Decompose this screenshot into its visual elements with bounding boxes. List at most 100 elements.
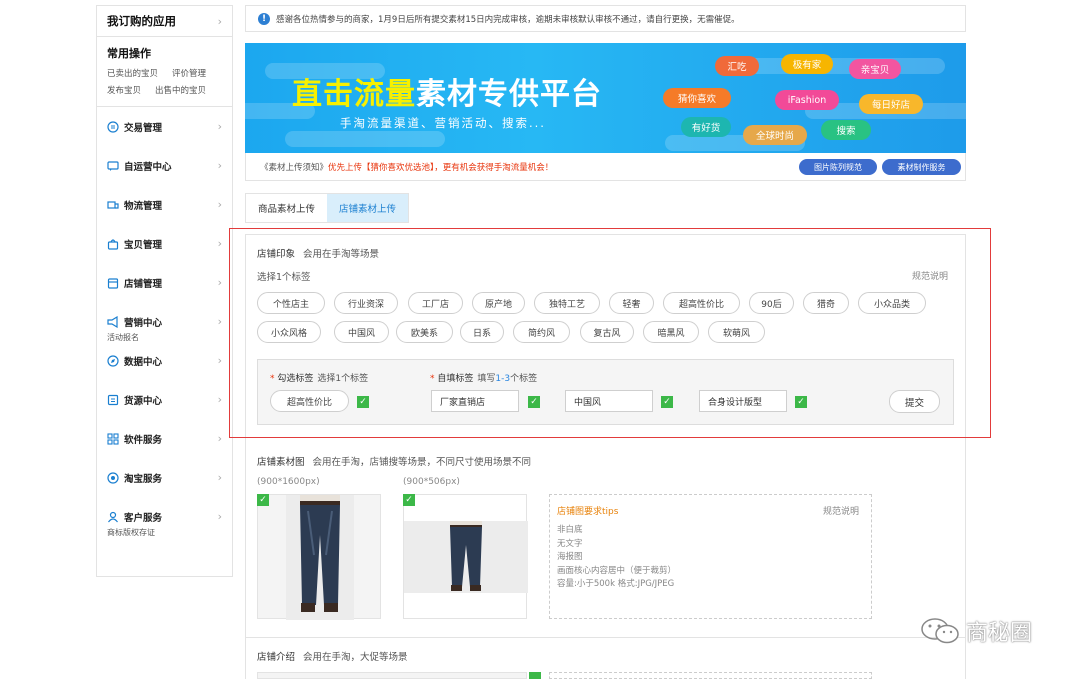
sidebar-item-label-wrap: 物流管理 <box>107 198 162 212</box>
sidebar-item-label-wrap: 营销中心 <box>107 315 162 329</box>
chevron-right-icon: › <box>217 14 222 28</box>
sidebar-item[interactable]: 自运营中心 › <box>97 146 232 185</box>
chevron-right-icon: › <box>217 432 222 445</box>
sidebar-item[interactable]: 宝贝管理 › <box>97 224 232 263</box>
my-apps-label: 我订购的应用 <box>107 14 176 28</box>
chevron-right-icon: › <box>217 393 222 406</box>
link-items-on-sale[interactable]: 出售中的宝贝 <box>155 83 206 100</box>
bag-icon <box>107 238 119 250</box>
my-apps-header[interactable]: 我订购的应用 › <box>97 6 232 37</box>
sidebar-item-label-wrap: 数据中心 <box>107 354 162 368</box>
sidebar-item[interactable]: 物流管理 › <box>97 185 232 224</box>
box-icon <box>107 394 119 405</box>
link-sold-items[interactable]: 已卖出的宝贝 <box>107 66 158 83</box>
upload-tabs: 商品素材上传 店铺素材上传 <box>245 193 410 223</box>
info-icon: ! <box>258 12 270 25</box>
common-operations: 常用操作 已卖出的宝贝 评价管理 发布宝贝 出售中的宝贝 <box>97 37 232 107</box>
checkbox-checked-icon[interactable] <box>529 672 541 679</box>
chevron-right-icon: › <box>217 471 222 484</box>
grid-icon <box>107 432 119 445</box>
sidebar-item-label-wrap: 交易管理 <box>107 120 162 134</box>
pill-quanqiu: 全球时尚 <box>743 125 807 145</box>
chevron-right-icon: › <box>217 198 222 211</box>
upload-rules-link[interactable]: 《素材上传须知》 <box>260 161 328 173</box>
person-icon <box>108 511 118 522</box>
sidebar-item-label: 店铺管理 <box>124 278 163 290</box>
sidebar-item-label-wrap: 宝贝管理 <box>107 237 162 251</box>
tab-store-material[interactable]: 店铺素材上传 <box>327 194 409 222</box>
chevron-right-icon: › <box>217 276 222 289</box>
watermark: 商秘圈 <box>920 615 1032 647</box>
common-operations-title: 常用操作 <box>107 47 151 60</box>
sidebar-item-label-wrap: 店铺管理 <box>107 276 162 290</box>
pill-youhaohuo: 有好货 <box>681 117 731 137</box>
sidebar-item-label: 宝贝管理 <box>124 239 163 251</box>
store-intro-title: 店铺介绍 会用在手淘，大促等场景 <box>257 652 408 663</box>
exchange-icon <box>107 120 119 133</box>
tip-item: 海报图 <box>557 552 583 562</box>
link-publish-item[interactable]: 发布宝贝 <box>107 83 141 100</box>
pill-sousuo: 搜索 <box>821 120 871 140</box>
jeans-model-image <box>286 495 354 620</box>
material-service-button[interactable]: 素材制作服务 <box>882 159 961 175</box>
sidebar-item-label-wrap: 货源中心 <box>107 393 162 407</box>
notice-bar: ! 感谢各位热情参与的商家，1月9日后所有提交素材15日内完成审核，逾期未审核默… <box>245 5 966 32</box>
sidebar-item[interactable]: 软件服务 › <box>97 419 232 458</box>
sidebar-item[interactable]: 营销中心 › 活动报名 <box>97 302 232 342</box>
tall-image-slot[interactable] <box>257 494 381 620</box>
chevron-right-icon: › <box>217 159 222 172</box>
sidebar-item[interactable]: 交易管理 › <box>97 107 232 146</box>
pill-qinbaobei: 亲宝贝 <box>849 59 901 79</box>
sidebar-item-label: 物流管理 <box>124 200 163 212</box>
pill-caini: 猜你喜欢 <box>663 88 731 108</box>
sidebar-item-label-wrap: 客户服务 <box>107 510 162 524</box>
tip-item: 非白底 <box>557 525 583 535</box>
sidebar-item-label: 货源中心 <box>124 395 163 407</box>
sidebar-item[interactable]: 客户服务 › 商标版权存证 <box>97 497 232 538</box>
upload-priority-text: 优先上传【猜你喜欢优选池】，更有机会获得手淘流量机会！ <box>328 162 554 173</box>
wechat-icon <box>921 618 959 644</box>
sidebar-item[interactable]: 店铺管理 › <box>97 263 232 302</box>
section-divider <box>245 637 966 638</box>
banner-subtitle: 手淘流量渠道、营销活动、搜索... <box>340 116 546 130</box>
store-images-title: 店铺素材图 会用在手淘，店铺搜等场景，不同尺寸使用场景不同 <box>257 457 532 468</box>
wide-image-slot[interactable] <box>403 494 528 619</box>
sidebar: 我订购的应用 › 常用操作 已卖出的宝贝 评价管理 发布宝贝 出售中的宝贝 交易… <box>96 5 233 577</box>
target-icon <box>107 471 119 484</box>
sidebar-item-label: 客户服务 <box>124 512 163 524</box>
pill-ifashion: iFashion <box>775 90 839 110</box>
highlight-annotation-box <box>229 228 991 438</box>
intro-image-slot[interactable] <box>257 672 527 679</box>
sidebar-item-label: 淘宝服务 <box>124 473 163 485</box>
watermark-text: 商秘圈 <box>966 621 1033 646</box>
chevron-right-icon: › <box>217 237 222 250</box>
sidebar-item-label: 自运营中心 <box>124 161 172 173</box>
sidebar-item[interactable]: 货源中心 › <box>97 380 232 419</box>
checkbox-checked-icon[interactable]: ✓ <box>257 494 269 506</box>
sidebar-sub-link[interactable]: 商标版权存证 <box>107 527 155 538</box>
pill-huichi: 汇吃 <box>715 56 759 76</box>
tips-title: 店铺图要求tips <box>557 507 619 517</box>
sidebar-item-label: 数据中心 <box>124 356 163 368</box>
size-label-wide: (900*506px) <box>403 477 460 487</box>
sidebar-item-label-wrap: 软件服务 <box>107 432 162 446</box>
jeans-model-image <box>404 521 528 593</box>
tab-product-material[interactable]: 商品素材上传 <box>246 194 328 222</box>
chevron-right-icon: › <box>217 120 222 133</box>
sidebar-item[interactable]: 数据中心 › <box>97 341 232 380</box>
compass-icon <box>107 354 119 367</box>
chevron-right-icon: › <box>217 315 222 328</box>
pill-meiri: 每日好店 <box>859 94 923 114</box>
tips-list: 非白底 无文字 海报图 画面核心内容居中（便于裁剪） 容量:小于500k 格式:… <box>557 524 676 592</box>
chat-icon <box>107 160 119 171</box>
tips-spec-link[interactable]: 规范说明 <box>823 504 859 517</box>
image-spec-button[interactable]: 图片陈列规范 <box>799 159 877 175</box>
intro-tips-box <box>549 672 872 679</box>
chevron-right-icon: › <box>217 510 222 523</box>
link-reviews[interactable]: 评价管理 <box>172 66 206 83</box>
promo-banner[interactable]: 直击流量素材专供平台 手淘流量渠道、营销活动、搜索... 汇吃 极有家 亲宝贝 … <box>245 43 966 153</box>
tip-item: 容量:小于500k 格式:JPG/JPEG <box>557 579 675 589</box>
sidebar-item[interactable]: 淘宝服务 › <box>97 458 232 497</box>
size-label-tall: (900*1600px) <box>257 477 320 487</box>
checkbox-checked-icon[interactable]: ✓ <box>403 494 415 506</box>
